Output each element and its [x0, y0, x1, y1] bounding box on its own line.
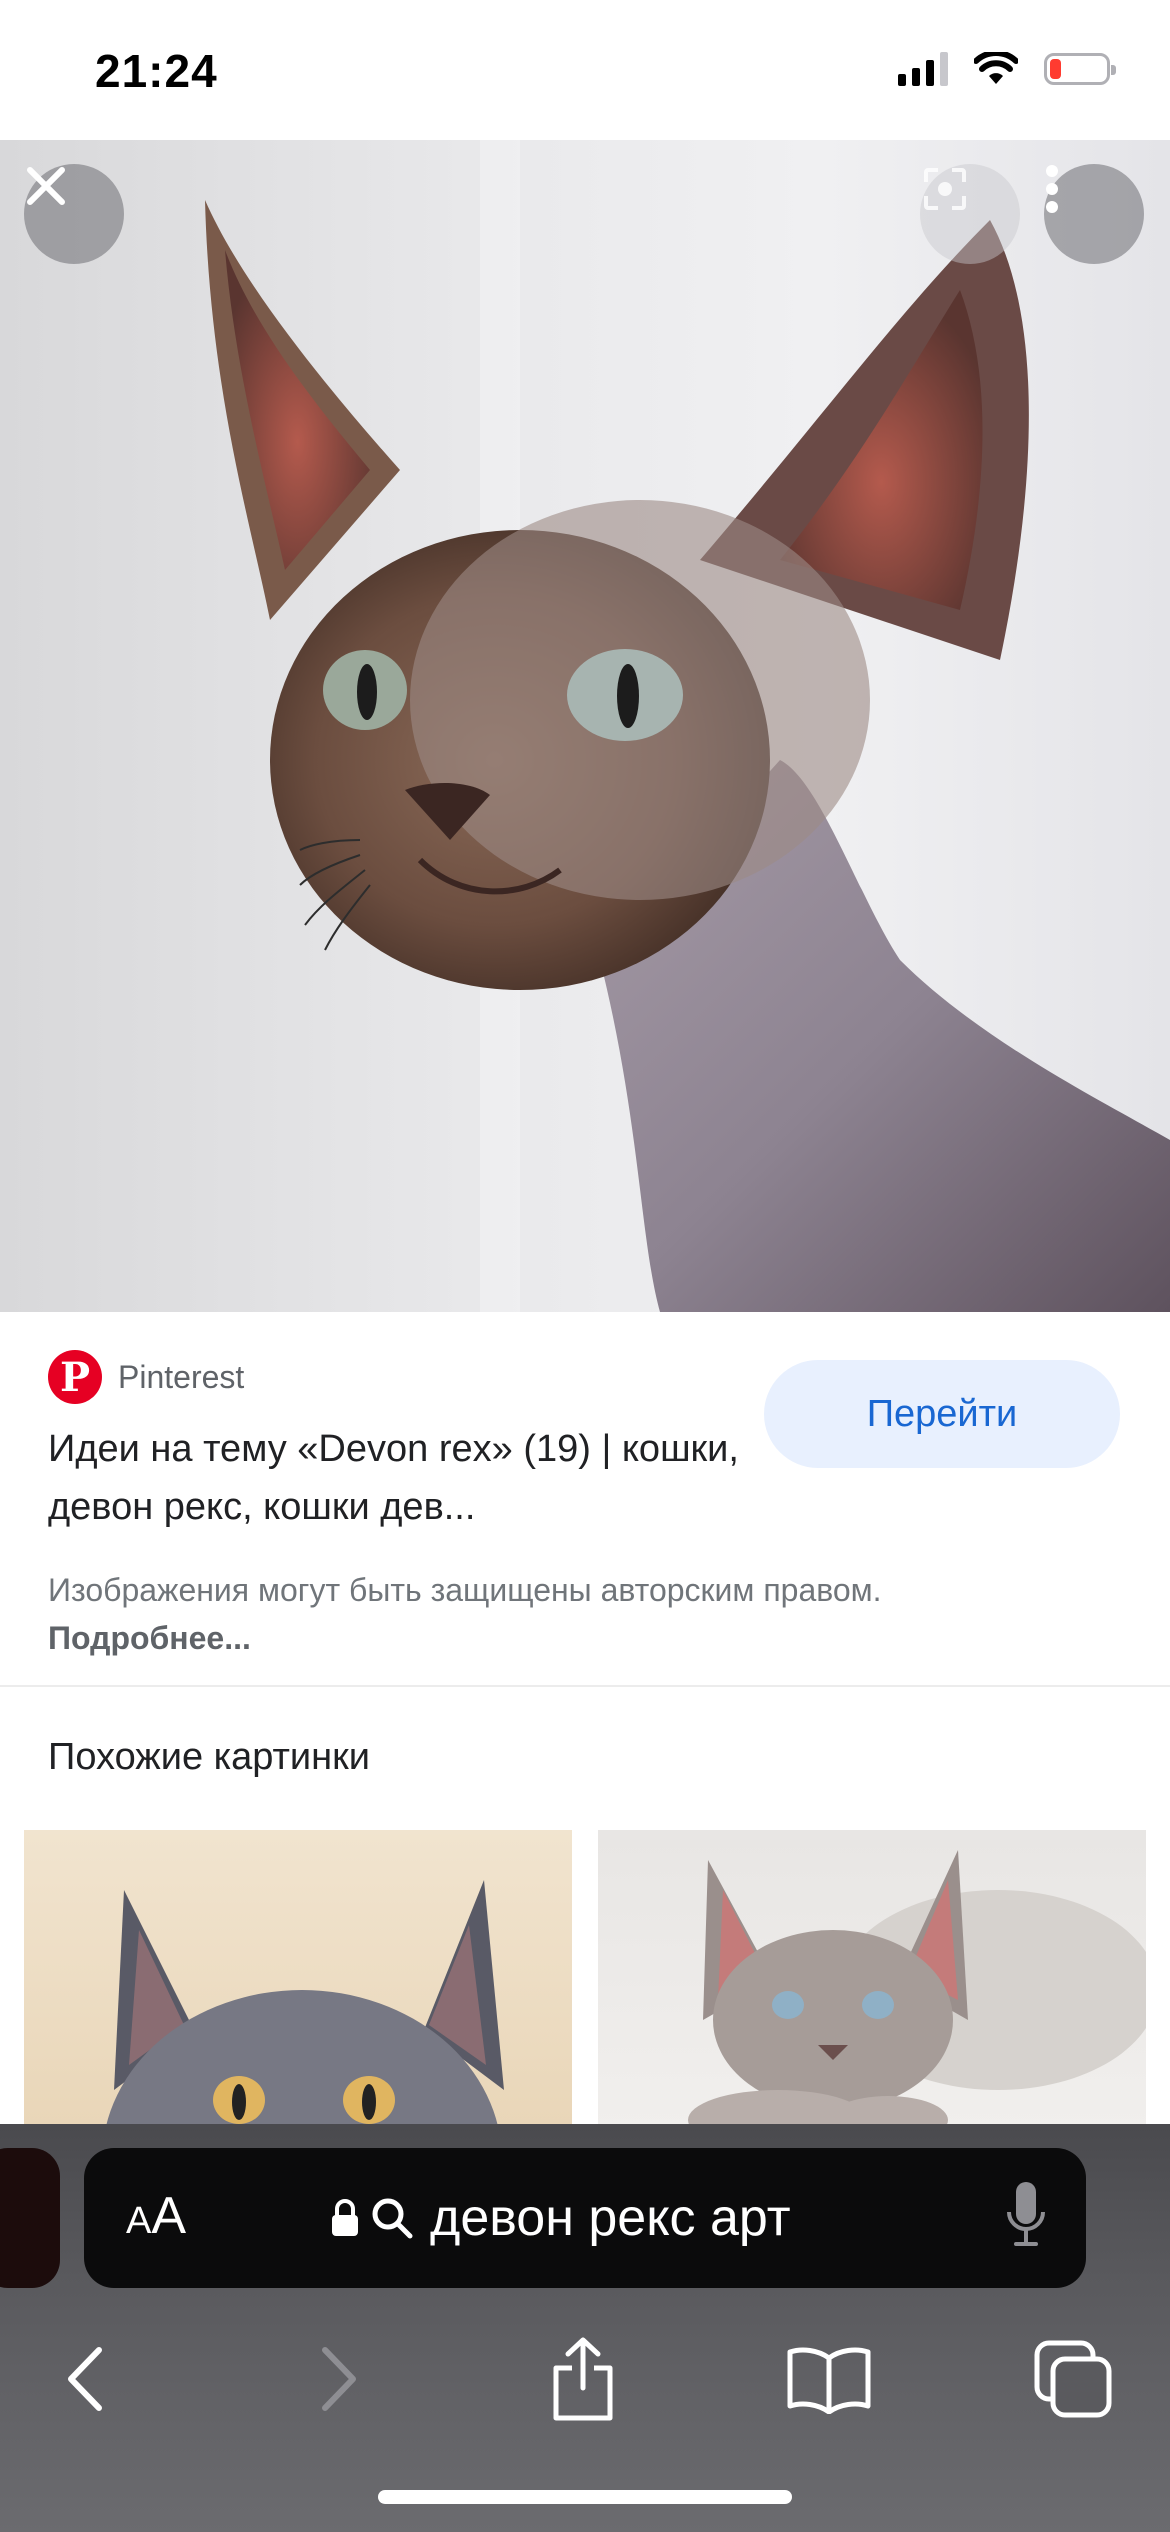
battery-icon [1044, 53, 1116, 85]
address-text: девон рекс арт [430, 2189, 791, 2247]
forward-icon [322, 2347, 356, 2411]
home-indicator[interactable] [378, 2490, 792, 2504]
battery-level [1050, 59, 1061, 79]
navigation-row [0, 2314, 1170, 2454]
result-image[interactable] [0, 140, 1170, 1312]
pinterest-logo-icon: P [48, 1350, 102, 1404]
more-vert-icon [1046, 165, 1058, 213]
copyright-text: Изображения могут быть защищены авторски… [48, 1572, 882, 1608]
tabs-icon [1034, 2340, 1112, 2418]
mic-icon[interactable] [1006, 2180, 1046, 2256]
address-bar[interactable]: AA девон рекс арт [84, 2148, 1086, 2288]
close-icon [27, 167, 65, 205]
address-display[interactable]: девон рекс арт [330, 2148, 791, 2288]
back-button[interactable] [30, 2324, 140, 2434]
learn-more-link[interactable]: Подробнее... [48, 1620, 251, 1656]
back-icon [68, 2347, 102, 2411]
lens-icon [924, 168, 966, 210]
lying-kitten-illustration [688, 1850, 1146, 2130]
divider [0, 1685, 1170, 1687]
lens-button[interactable] [920, 164, 1020, 264]
grey-kitten-illustration [105, 1880, 504, 2130]
share-button[interactable] [528, 2324, 638, 2434]
previous-tab-preview[interactable] [0, 2148, 60, 2288]
cellular-signal-icon [898, 52, 948, 86]
bookmarks-button[interactable] [774, 2324, 884, 2434]
similar-image-2[interactable] [598, 1830, 1146, 2130]
text-size-label-small: A [126, 2200, 152, 2242]
source-name: Pinterest [118, 1358, 245, 1395]
forward-button[interactable] [284, 2324, 394, 2434]
go-button[interactable]: Перейти [764, 1360, 1120, 1468]
status-bar: 21:24 [0, 0, 1170, 140]
wifi-icon [974, 52, 1018, 84]
result-source[interactable]: P Pinterest [48, 1350, 244, 1404]
copyright-notice: Изображения могут быть защищены авторски… [48, 1566, 1088, 1662]
similar-images-title: Похожие картинки [48, 1736, 370, 1778]
text-size-label-large: A [151, 2187, 187, 2245]
result-title-link[interactable]: Идеи на тему «Devon rex» (19) | кошки, д… [48, 1420, 748, 1536]
close-button[interactable] [24, 164, 124, 264]
similar-image-1[interactable] [24, 1830, 572, 2130]
tabs-button[interactable] [1018, 2324, 1128, 2434]
devon-rex-cat-illustration [205, 140, 1170, 1312]
status-time: 21:24 [95, 45, 218, 97]
search-icon [372, 2198, 413, 2239]
text-size-button[interactable]: AA [126, 2186, 186, 2246]
lock-icon [332, 2199, 358, 2236]
bookmarks-icon [787, 2347, 871, 2414]
browser-toolbar: AA девон рекс арт [0, 2124, 1170, 2532]
more-options-button[interactable] [1044, 164, 1144, 264]
status-icons [898, 52, 1116, 86]
share-icon [553, 2337, 613, 2421]
